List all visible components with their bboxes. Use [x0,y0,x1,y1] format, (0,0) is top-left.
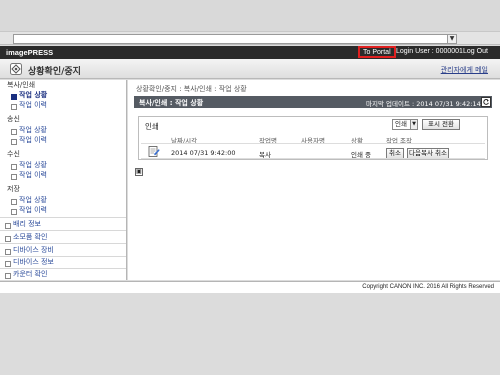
browser-address-bar: ▼ [0,31,500,45]
collapse-icon[interactable]: ▣ [135,168,143,176]
empty-area [0,294,500,375]
sidebar-divider [0,256,126,257]
sidebar-section-copy-print: 복사/인쇄 [7,81,36,89]
url-input[interactable]: ▼ [13,34,457,44]
sidebar: 복사/인쇄 작업 상황 작업 이력 송신 작업 상황 작업 이력 수신 작업 상… [0,80,127,280]
chevron-down-icon[interactable]: ▼ [447,35,456,43]
sidebar-divider [0,230,126,231]
status-monitor-icon [10,63,22,75]
main-content: 상황확인/중지 : 복사/인쇄 : 작업 상황 복사/인쇄 : 작업 상황 마지… [128,80,500,280]
sidebar-item-store-job-log[interactable]: 작업 이력 [11,206,47,215]
browser-toolbar [0,0,500,31]
last-update: 마지막 업데이트 : 2014 07/31 9:42:14 [366,100,481,108]
sidebar-item-paper-info[interactable]: 배리 정보 [5,220,41,229]
display-switch-button[interactable]: 표시 전환 [422,119,460,130]
sidebar-item-copy-job-status[interactable]: 작업 상황 [10,91,47,100]
breadcrumb: 상황확인/중지 : 복사/인쇄 : 작업 상황 [136,85,247,93]
sidebar-divider [0,243,126,244]
section-title: 복사/인쇄 : 작업 상황 [139,99,204,107]
sidebar-item-receive-job-status[interactable]: 작업 상황 [11,161,47,170]
logout-link[interactable]: Log Out [463,48,488,55]
sidebar-item-send-job-status[interactable]: 작업 상황 [11,126,47,135]
chevron-down-icon: ▼ [410,120,417,129]
job-type-select[interactable]: 인쇄 ▼ [392,119,418,130]
to-portal-link[interactable]: To Portal [358,46,396,58]
copyright: Copyright CANON INC. 2016 All Rights Res… [362,284,494,290]
filter-label: 인쇄 [145,122,159,131]
title-bar: 상황확인/중지 관리자에게 메일 [0,59,500,79]
sidebar-item-device-config[interactable]: 디바이스 장비 [5,246,54,255]
sidebar-item-copy-job-log[interactable]: 작업 이력 [11,101,47,110]
sidebar-section-send: 송신 [7,115,20,123]
sidebar-section-store: 저장 [7,185,20,193]
sidebar-item-counter[interactable]: 카운터 확인 [4,270,47,279]
sidebar-item-device-info[interactable]: 디바이스 정보 [5,258,54,267]
sidebar-divider [0,268,126,269]
sidebar-item-store-job-status[interactable]: 작업 상황 [11,196,47,205]
page-title: 상황확인/중지 [28,67,81,77]
row-divider [141,158,485,159]
product-name: imagePRESS [6,48,54,57]
job-datetime: 2014 07/31 9:42:00 [171,149,236,157]
section-header: 복사/인쇄 : 작업 상황 마지막 업데이트 : 2014 07/31 9:42… [134,96,492,108]
sidebar-divider [0,217,126,218]
sidebar-item-receive-job-log[interactable]: 작업 이력 [11,171,47,180]
job-status-panel: 인쇄 인쇄 ▼ 표시 전환 날짜/시각 작업명 사용자명 상황 작업 조작 20… [138,116,488,160]
job-type-select-value: 인쇄 [395,120,407,128]
login-user-info: Login User : 0000001 [396,48,463,55]
sidebar-section-receive: 수신 [7,150,20,158]
sidebar-item-consumables[interactable]: 소모품 확인 [4,233,47,242]
header-divider [141,143,485,144]
mail-admin-link[interactable]: 관리자에게 메일 [441,65,488,75]
sidebar-item-send-job-log[interactable]: 작업 이력 [11,136,47,145]
refresh-icon[interactable] [481,97,491,107]
footer: Copyright CANON INC. 2016 All Rights Res… [0,281,500,293]
app-header: imagePRESS To Portal Login User : 000000… [0,46,500,59]
copy-job-icon [148,146,160,157]
